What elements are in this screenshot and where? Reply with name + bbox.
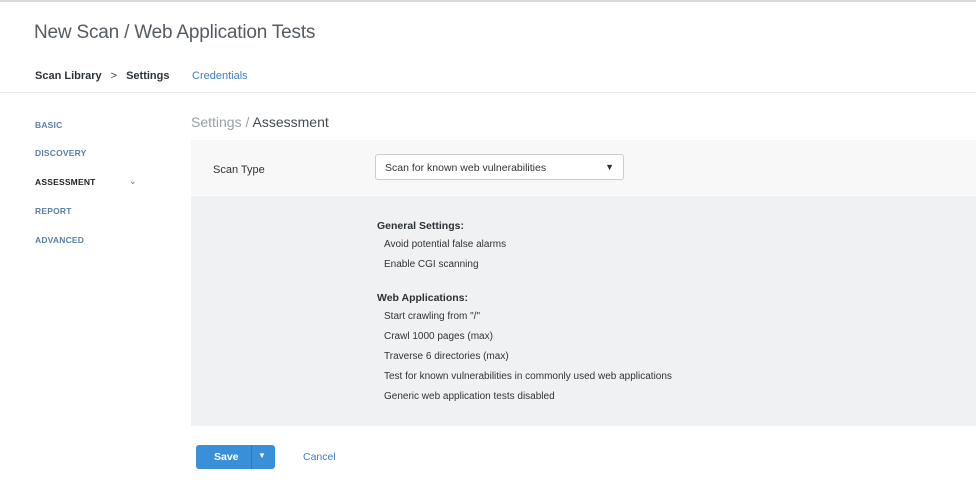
sidebar-item-assessment[interactable]: ASSESSMENT ⌄ [35, 176, 137, 187]
sidebar-item-advanced[interactable]: ADVANCED [35, 235, 84, 245]
list-item: Start crawling from "/" [384, 311, 481, 322]
cancel-button[interactable]: Cancel [303, 451, 336, 463]
list-item: Test for known vulnerabilities in common… [384, 371, 672, 382]
breadcrumb: Scan Library > Settings [35, 70, 169, 82]
general-settings-heading: General Settings: [377, 220, 464, 232]
section-parent: Settings [191, 114, 242, 130]
page-title: New Scan / Web Application Tests [34, 22, 316, 43]
settings-summary: General Settings: Avoid potential false … [377, 220, 672, 410]
save-button[interactable]: Save ▼ [196, 445, 275, 469]
list-item: Enable CGI scanning [384, 259, 479, 270]
list-item: Generic web application tests disabled [384, 391, 555, 402]
save-options-caret-icon[interactable]: ▼ [258, 451, 266, 460]
breadcrumb-settings[interactable]: Settings [126, 70, 169, 82]
scan-type-label: Scan Type [213, 164, 265, 176]
button-divider [251, 445, 252, 469]
list-item: Traverse 6 directories (max) [384, 351, 509, 362]
caret-down-icon: ▼ [605, 162, 614, 172]
scan-type-value: Scan for known web vulnerabilities [385, 162, 547, 174]
sidebar-item-basic[interactable]: BASIC [35, 120, 62, 130]
chevron-down-icon: ⌄ [129, 176, 137, 186]
breadcrumb-scan-library[interactable]: Scan Library [35, 70, 102, 82]
nav-bar: Scan Library > Settings Credentials [0, 56, 976, 93]
breadcrumb-separator-icon: > [110, 70, 118, 82]
list-item: Crawl 1000 pages (max) [384, 331, 493, 342]
sidebar-item-report[interactable]: REPORT [35, 206, 72, 216]
sidebar-item-label: ASSESSMENT [35, 177, 96, 187]
credentials-tab[interactable]: Credentials [192, 70, 248, 82]
top-divider [0, 0, 976, 2]
web-applications-heading: Web Applications: [377, 292, 469, 304]
section-current: Assessment [252, 114, 329, 130]
scan-type-select[interactable]: Scan for known web vulnerabilities ▼ [375, 154, 624, 180]
list-item: Avoid potential false alarms [384, 239, 507, 250]
section-separator: / [241, 114, 253, 130]
section-breadcrumb: Settings / Assessment [191, 114, 329, 130]
save-button-label: Save [214, 451, 239, 463]
sidebar-item-discovery[interactable]: DISCOVERY [35, 148, 87, 158]
